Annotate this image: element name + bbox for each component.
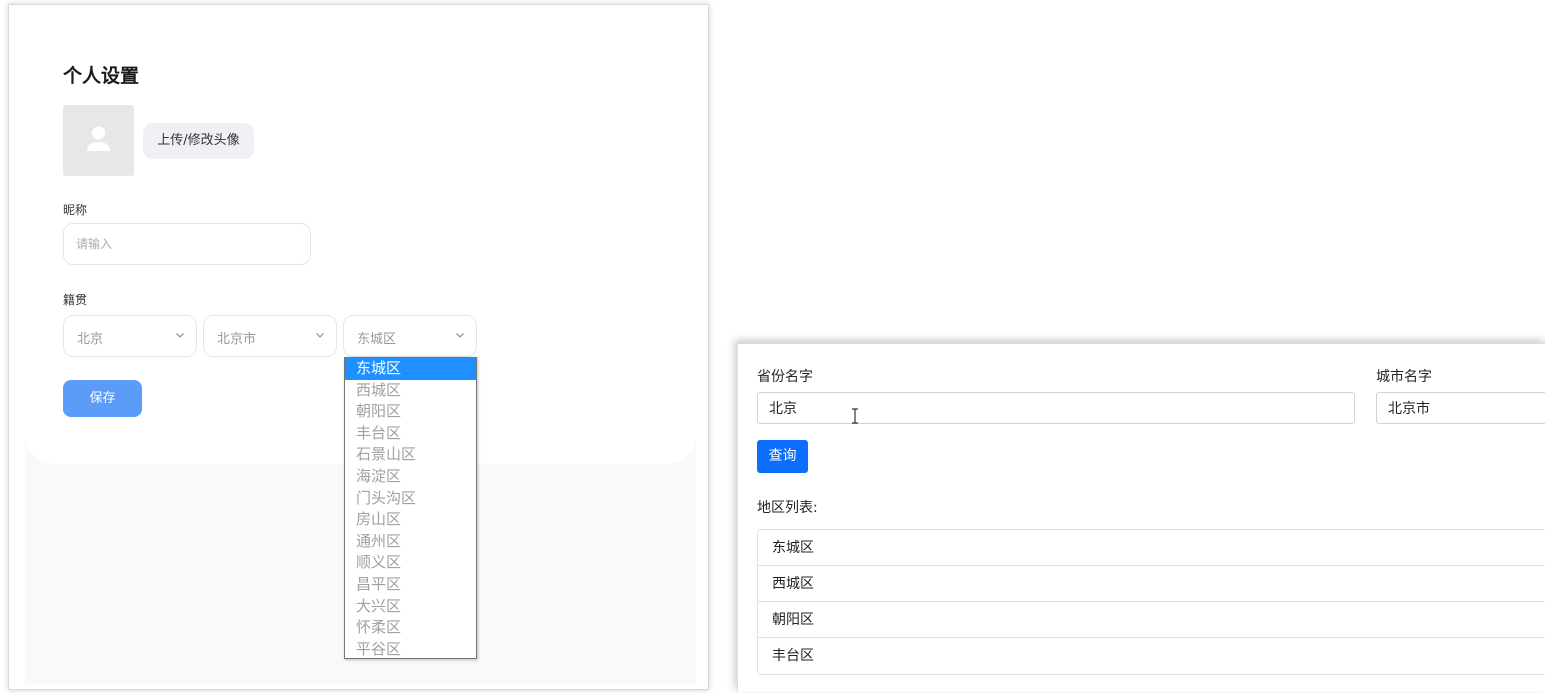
save-button[interactable]: 保存 <box>63 380 142 417</box>
district-option[interactable]: 怀柔区 <box>345 617 476 639</box>
province-select-value: 北京 <box>77 332 104 347</box>
province-name-input[interactable] <box>757 392 1355 424</box>
district-option[interactable]: 平谷区 <box>345 639 476 661</box>
district-option[interactable]: 门头沟区 <box>345 488 476 510</box>
text-cursor-icon <box>852 408 858 424</box>
chevron-down-icon <box>316 333 324 338</box>
province-select[interactable]: 北京 <box>63 315 197 357</box>
district-option[interactable]: 丰台区 <box>345 423 476 445</box>
district-select[interactable]: 东城区 <box>343 315 477 357</box>
district-option[interactable]: 通州区 <box>345 531 476 553</box>
settings-window: 个人设置 上传/修改头像 昵称 籍贯 北京 北京市 东城区 东城区西城区朝阳区丰… <box>8 4 709 690</box>
page-title: 个人设置 <box>63 65 140 87</box>
district-option[interactable]: 昌平区 <box>345 574 476 596</box>
avatar[interactable] <box>63 105 134 176</box>
query-button[interactable]: 查询 <box>757 440 808 473</box>
district-option[interactable]: 朝阳区 <box>345 401 476 423</box>
list-item: 西城区 <box>758 566 1545 602</box>
chevron-down-icon <box>456 333 464 338</box>
city-name-label: 城市名字 <box>1376 369 1432 385</box>
city-name-input[interactable] <box>1376 392 1545 424</box>
region-list-label: 地区列表: <box>757 500 818 516</box>
district-option[interactable]: 房山区 <box>345 509 476 531</box>
list-item: 丰台区 <box>772 648 814 664</box>
region-list: 东城区 西城区 朝阳区丰台区 <box>757 529 1545 675</box>
upload-avatar-button[interactable]: 上传/修改头像 <box>143 123 254 159</box>
avatar-person-icon <box>87 126 110 151</box>
district-option[interactable]: 大兴区 <box>345 596 476 618</box>
province-name-label: 省份名字 <box>757 369 813 385</box>
district-option[interactable]: 顺义区 <box>345 552 476 574</box>
nickname-input[interactable] <box>63 223 311 265</box>
city-select[interactable]: 北京市 <box>203 315 337 357</box>
city-select-value: 北京市 <box>217 332 257 347</box>
chevron-down-icon <box>176 333 184 338</box>
list-item: 朝阳区 <box>758 602 1545 638</box>
district-select-value: 东城区 <box>357 332 397 347</box>
district-option[interactable]: 石景山区 <box>345 444 476 466</box>
district-option[interactable]: 西城区 <box>345 380 476 402</box>
district-option[interactable]: 东城区 <box>345 358 476 380</box>
list-item: 东城区 <box>758 530 1545 566</box>
hometown-label: 籍贯 <box>63 293 88 307</box>
nickname-label: 昵称 <box>63 203 88 217</box>
district-option[interactable]: 海淀区 <box>345 466 476 488</box>
region-query-window: 省份名字 城市名字 查询 地区列表: 东城区西城区朝阳区丰台区 <box>737 343 1545 692</box>
district-dropdown-list: 东城区 西城区 朝阳区 丰台区 石景山区 海淀区 门头沟区 房山区 通州区 顺义区 昌平区 大兴区 怀柔… <box>344 357 477 659</box>
